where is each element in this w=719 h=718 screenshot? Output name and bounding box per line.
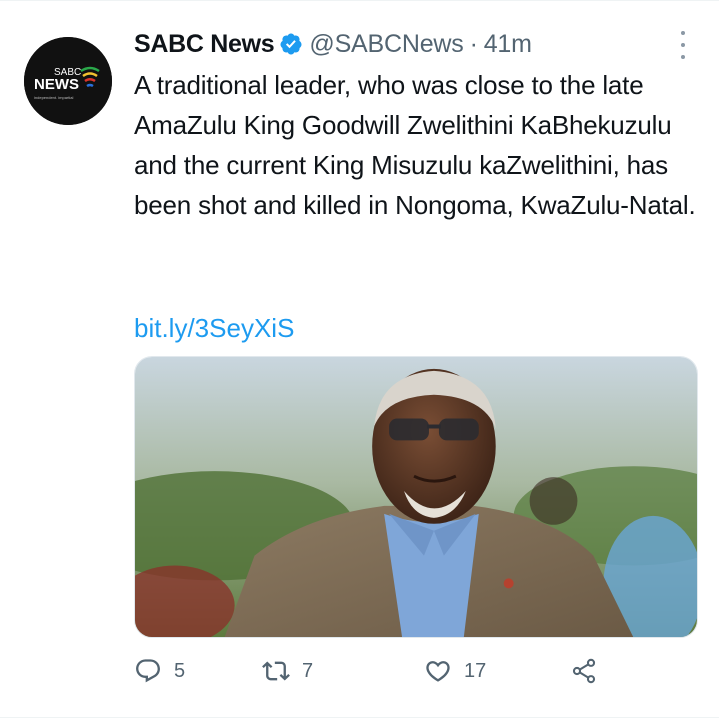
like-count: 17 (464, 659, 487, 682)
display-name[interactable]: SABC News (134, 30, 275, 59)
avatar[interactable]: SABC NEWS independent. impartial (24, 37, 112, 125)
tweet-header: SABC News @SABCNews · 41m (134, 27, 532, 61)
retweet-button[interactable]: 7 (262, 655, 313, 687)
tweet-card[interactable]: SABC NEWS independent. impartial SABC Ne… (0, 0, 719, 718)
share-button[interactable] (570, 655, 598, 687)
verified-badge-icon (279, 32, 303, 56)
account-handle[interactable]: @SABCNews (309, 30, 463, 59)
tweet-text: A traditional leader, who was close to t… (134, 70, 696, 220)
reply-count: 5 (174, 659, 186, 682)
sabc-news-logo: SABC NEWS independent. impartial (24, 37, 112, 125)
reply-button[interactable]: 5 (134, 655, 185, 687)
tweet-photo[interactable] (134, 356, 698, 638)
logo-brand-large: NEWS (34, 76, 79, 93)
tweet-timestamp[interactable]: 41m (484, 30, 532, 59)
portrait-photo (135, 357, 697, 637)
more-options-icon[interactable] (677, 31, 689, 59)
separator-dot: · (469, 29, 478, 58)
logo-tagline: independent. impartial (34, 95, 73, 100)
retweet-count: 7 (302, 659, 314, 682)
tweet-link[interactable]: bit.ly/3SeyXiS (134, 308, 294, 348)
tweet-actions: 5 7 17 (134, 655, 614, 687)
share-icon (572, 658, 596, 684)
retweet-icon (262, 661, 290, 681)
heart-icon (426, 661, 450, 682)
reply-icon (136, 659, 160, 683)
like-button[interactable]: 17 (424, 655, 486, 687)
